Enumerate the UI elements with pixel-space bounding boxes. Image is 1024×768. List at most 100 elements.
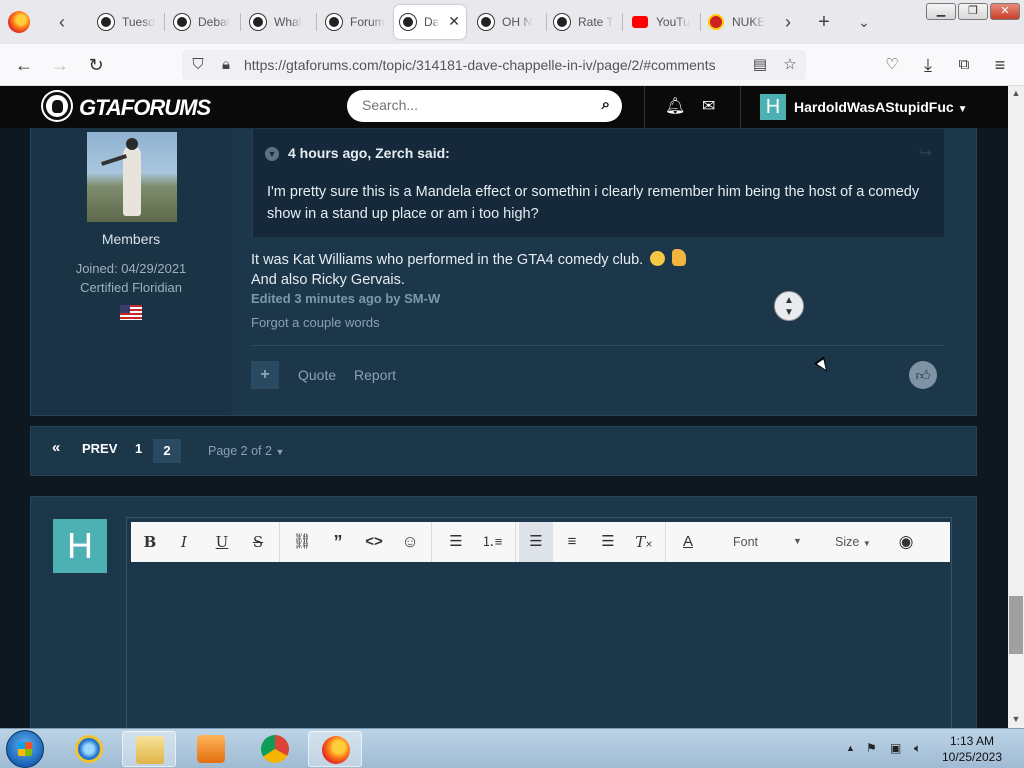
text-color-icon[interactable]: A bbox=[671, 522, 705, 562]
page-link[interactable]: 1 bbox=[135, 441, 142, 456]
internet-explorer-icon[interactable] bbox=[62, 731, 116, 767]
pagination: « PREV 1 2 Page 2 of 2 ▼ bbox=[30, 426, 977, 476]
scroll-up-arrow-icon[interactable]: ▲ bbox=[1008, 88, 1024, 98]
quote-text: I'm pretty sure this is a Mandela effect… bbox=[267, 184, 920, 222]
reload-icon[interactable]: ↻ bbox=[84, 53, 108, 77]
browser-tab-active[interactable]: Da ✕ bbox=[394, 5, 466, 39]
notification-bell-icon[interactable]: 🔔︎ bbox=[665, 96, 685, 116]
back-arrow-icon[interactable]: ← bbox=[12, 53, 36, 77]
strikethrough-icon[interactable]: S bbox=[241, 522, 275, 562]
minimize-icon[interactable]: ▁ bbox=[926, 3, 956, 20]
messages-envelope-icon[interactable]: ✉ bbox=[702, 96, 715, 116]
align-center-icon[interactable]: ≡ bbox=[555, 522, 589, 562]
network-icon[interactable]: ▣ bbox=[890, 741, 901, 755]
tab-scroll-right-icon[interactable]: › bbox=[776, 10, 800, 34]
shield-icon[interactable]: ⛉ bbox=[188, 55, 208, 75]
clear-format-icon[interactable]: T× bbox=[627, 522, 661, 562]
pocket-icon[interactable]: ♡ bbox=[880, 53, 904, 77]
reply-editor[interactable]: B I U S ⛓ ” <> ☺ ☰ ⒈≡ ☰ ≡ ☰ T× A Font ▼ … bbox=[126, 517, 952, 728]
gtaforums-logo-icon[interactable] bbox=[43, 92, 71, 120]
collapse-chevron-icon[interactable]: ▼ bbox=[265, 147, 279, 161]
align-right-icon[interactable]: ☰ bbox=[591, 522, 625, 562]
forward-arrow-icon[interactable]: → bbox=[48, 53, 72, 77]
caret-down-icon: ▼ bbox=[275, 447, 285, 457]
preview-eye-icon[interactable]: ◉ bbox=[889, 522, 923, 562]
scroll-down-arrow-icon[interactable]: ▼ bbox=[1008, 714, 1024, 724]
prev-page-button[interactable]: PREV bbox=[82, 441, 117, 456]
browser-tab[interactable]: Rate T bbox=[548, 5, 618, 39]
link-icon[interactable]: ⛓ bbox=[285, 522, 319, 562]
download-icon[interactable]: ⤓ bbox=[916, 53, 940, 77]
us-flag-icon bbox=[120, 305, 142, 320]
site-header: GTAFORUMS ⌕ 🔔︎ ✉ H HardoldWasAStupidFuc … bbox=[0, 86, 1008, 128]
page-scrollbar[interactable]: ▲ ▼ bbox=[1008, 86, 1024, 728]
report-button[interactable]: Report bbox=[354, 367, 396, 383]
address-bar[interactable]: ⛉ 🔒︎ https://gtaforums.com/topic/314181-… bbox=[182, 50, 806, 80]
close-window-icon[interactable]: ✕ bbox=[990, 3, 1020, 20]
chrome-icon[interactable] bbox=[248, 731, 302, 767]
search-input[interactable] bbox=[362, 97, 582, 113]
like-thumb-icon[interactable]: 👍︎ bbox=[909, 361, 937, 389]
media-player-icon[interactable] bbox=[184, 731, 238, 767]
emoji-icon[interactable]: ☺ bbox=[393, 522, 427, 562]
firefox-taskbar-icon[interactable] bbox=[308, 731, 362, 767]
gtaforums-icon bbox=[98, 14, 114, 30]
site-logo-text[interactable]: GTAFORUMS bbox=[79, 95, 211, 121]
action-center-icon[interactable]: ⚑ bbox=[866, 741, 877, 755]
share-arrow-icon[interactable]: ↪ bbox=[919, 143, 932, 163]
first-page-icon[interactable]: « bbox=[52, 439, 60, 456]
new-tab-icon[interactable]: + bbox=[812, 10, 836, 34]
size-dropdown[interactable]: Size ▼ bbox=[835, 535, 871, 549]
author-joined: Joined: 04/29/2021 bbox=[75, 261, 187, 276]
browser-tab[interactable]: Tuesd bbox=[92, 5, 158, 39]
system-clock[interactable]: 1:13 AM 10/25/2023 bbox=[938, 733, 1006, 765]
browser-tab[interactable]: NUKE bbox=[702, 5, 768, 39]
browser-tab[interactable]: OH N bbox=[472, 5, 542, 39]
browser-tab[interactable]: YouTu bbox=[626, 5, 696, 39]
scrollbar-thumb[interactable] bbox=[1009, 596, 1023, 654]
numbered-list-icon[interactable]: ⒈≡ bbox=[475, 522, 509, 562]
page-link-current[interactable]: 2 bbox=[153, 439, 181, 463]
gtaforums-icon bbox=[250, 14, 266, 30]
bookmark-star-icon[interactable]: ☆ bbox=[780, 55, 800, 75]
menu-hamburger-icon[interactable]: ≡ bbox=[988, 53, 1012, 77]
edit-reason: Forgot a couple words bbox=[251, 315, 380, 330]
show-hidden-icons-icon[interactable]: ▲ bbox=[846, 743, 855, 753]
quote-button[interactable]: Quote bbox=[298, 367, 336, 383]
browser-tab[interactable]: Debat bbox=[168, 5, 234, 39]
reader-view-icon[interactable]: ▤ bbox=[750, 55, 770, 75]
lock-icon[interactable]: 🔒︎ bbox=[216, 55, 236, 75]
browser-tab[interactable]: Forum bbox=[320, 5, 386, 39]
quote-icon[interactable]: ” bbox=[321, 522, 355, 562]
font-dropdown[interactable]: Font bbox=[733, 535, 758, 549]
browser-tab[interactable]: What bbox=[244, 5, 310, 39]
underline-icon[interactable]: U bbox=[205, 522, 239, 562]
author-title: Certified Floridian bbox=[80, 280, 182, 295]
search-box[interactable]: ⌕ bbox=[347, 90, 622, 122]
list-tabs-chevron-icon[interactable]: ⌄ bbox=[852, 10, 876, 34]
author-avatar[interactable] bbox=[87, 132, 177, 222]
page-jump-dropdown[interactable]: Page 2 of 2 ▼ bbox=[208, 444, 284, 458]
bold-icon[interactable]: B bbox=[133, 522, 167, 562]
extensions-icon[interactable]: ⧉ bbox=[952, 53, 976, 77]
user-menu[interactable]: HardoldWasAStupidFuc ▼ bbox=[794, 99, 968, 115]
tab-scroll-left-icon[interactable]: ‹ bbox=[50, 10, 74, 34]
post-text-line: And also Ricky Gervais. bbox=[251, 272, 405, 288]
search-icon[interactable]: ⌕ bbox=[602, 96, 610, 113]
autoscroll-icon[interactable]: ▲ ▼ bbox=[774, 291, 804, 321]
file-explorer-icon[interactable] bbox=[122, 731, 176, 767]
start-button-icon[interactable] bbox=[6, 730, 44, 768]
firefox-logo-icon[interactable] bbox=[8, 11, 30, 33]
bulleted-list-icon[interactable]: ☰ bbox=[439, 522, 473, 562]
url-text[interactable]: https://gtaforums.com/topic/314181-dave-… bbox=[244, 57, 716, 73]
code-icon[interactable]: <> bbox=[357, 522, 391, 562]
forum-post: Members Joined: 04/29/2021 Certified Flo… bbox=[30, 128, 977, 416]
user-avatar[interactable]: H bbox=[760, 94, 786, 120]
quote-citation[interactable]: 4 hours ago, Zerch said: bbox=[288, 145, 450, 161]
align-left-icon[interactable]: ☰ bbox=[519, 522, 553, 562]
volume-muted-icon[interactable]: 🔈︎ bbox=[914, 741, 921, 756]
close-tab-icon[interactable]: ✕ bbox=[448, 13, 460, 30]
italic-icon[interactable]: I bbox=[167, 522, 201, 562]
multiquote-plus-button[interactable]: + bbox=[251, 361, 279, 389]
restore-icon[interactable]: ❐ bbox=[958, 3, 988, 20]
